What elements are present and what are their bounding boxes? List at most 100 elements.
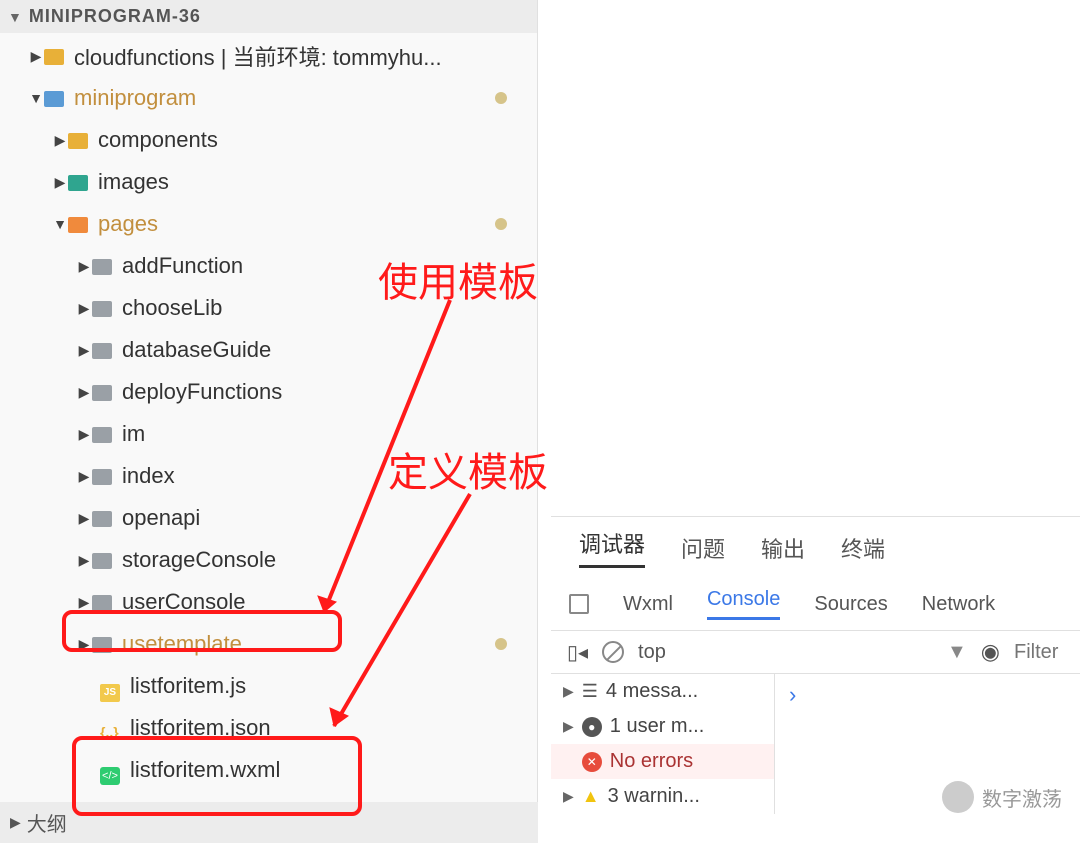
tree-label: cloudfunctions | 当前环境: tommyhu... xyxy=(74,40,442,72)
chevron-right-icon: ▶ xyxy=(28,48,44,65)
folder-icon xyxy=(68,175,88,191)
json-file-icon: {..} xyxy=(100,724,120,740)
chevron-right-icon: ▶ xyxy=(10,814,21,831)
context-selector[interactable]: top ▼ xyxy=(638,641,967,664)
js-file-icon: JS xyxy=(100,684,120,702)
tree-label: usetemplate xyxy=(122,631,242,657)
tree-label: listforitem.js xyxy=(130,673,246,699)
folder-icon xyxy=(68,217,88,233)
chevron-right-icon: ▶ xyxy=(76,258,92,275)
outline-section[interactable]: ▶ 大纲 xyxy=(0,802,538,843)
chevron-right-icon: ▶ xyxy=(76,468,92,485)
tree-label: databaseGuide xyxy=(122,337,271,363)
folder-icon xyxy=(92,427,112,443)
tree-label: miniprogram xyxy=(74,85,196,111)
tab-wxml[interactable]: Wxml xyxy=(623,593,673,616)
folder-icon xyxy=(92,259,112,275)
folder-icon xyxy=(92,637,112,653)
warning-icon: ▲ xyxy=(582,786,600,807)
wechat-icon xyxy=(942,781,974,813)
context-label: top xyxy=(638,641,666,664)
msg-row-warnings[interactable]: ▶▲3 warnin... xyxy=(551,779,774,814)
tree-label: chooseLib xyxy=(122,295,222,321)
tree-label: deployFunctions xyxy=(122,379,282,405)
tree-label: pages xyxy=(98,211,158,237)
tree-label: im xyxy=(122,421,145,447)
folder-icon xyxy=(44,91,64,107)
devtools-tabs: Wxml Console Sources Network xyxy=(551,578,1080,631)
folder-icon xyxy=(92,301,112,317)
clear-console-icon[interactable] xyxy=(602,641,624,663)
sidebar-toggle-icon[interactable]: ▯◂ xyxy=(567,640,588,665)
tree-label: openapi xyxy=(122,505,200,531)
console-sidebar: ▶☰4 messa... ▶●1 user m... ▶✕No errors ▶… xyxy=(551,674,775,814)
tab-problems[interactable]: 问题 xyxy=(681,532,725,564)
chevron-right-icon: ▶ xyxy=(76,636,92,653)
folder-icon xyxy=(44,49,64,65)
chevron-right-icon: ▶ xyxy=(52,174,68,191)
chevron-down-icon: ▼ xyxy=(8,9,23,25)
chevron-right-icon: ▶ xyxy=(76,300,92,317)
tree-item-listforitem-wxml[interactable]: </> listforitem.wxml xyxy=(0,749,537,791)
chevron-right-icon: ▶ xyxy=(76,426,92,443)
tree-label: listforitem.wxml xyxy=(130,757,280,783)
prompt-icon: › xyxy=(789,682,796,707)
msg-row-messages[interactable]: ▶☰4 messa... xyxy=(551,674,774,709)
chevron-down-icon: ▼ xyxy=(947,641,967,664)
folder-icon xyxy=(92,511,112,527)
msg-label: 1 user m... xyxy=(610,715,704,738)
tree-item-miniprogram[interactable]: ▼ miniprogram xyxy=(0,77,537,119)
chevron-down-icon: ▼ xyxy=(52,216,68,232)
tab-output[interactable]: 输出 xyxy=(761,532,805,564)
tab-terminal[interactable]: 终端 xyxy=(841,532,885,564)
msg-label: 4 messa... xyxy=(606,680,698,703)
tree-item-cloudfunctions[interactable]: ▶ cloudfunctions | 当前环境: tommyhu... xyxy=(0,35,537,77)
chevron-right-icon: ▶ xyxy=(76,552,92,569)
tree-item-pages[interactable]: ▼ pages xyxy=(0,203,537,245)
tab-network[interactable]: Network xyxy=(922,593,995,616)
inspect-icon[interactable] xyxy=(569,594,589,614)
filter-input[interactable] xyxy=(1014,641,1064,664)
folder-icon xyxy=(92,553,112,569)
chevron-right-icon: ▶ xyxy=(76,384,92,401)
chevron-right-icon: ▶ xyxy=(52,132,68,149)
console-input-area[interactable]: › xyxy=(775,674,810,814)
msg-row-user[interactable]: ▶●1 user m... xyxy=(551,709,774,744)
tree-label: components xyxy=(98,127,218,153)
tree-label: images xyxy=(98,169,169,195)
chevron-right-icon: ▶ xyxy=(76,594,92,611)
folder-icon xyxy=(92,385,112,401)
outline-label: 大纲 xyxy=(27,808,67,837)
chevron-right-icon: ▶ xyxy=(76,342,92,359)
tree-item-images[interactable]: ▶ images xyxy=(0,161,537,203)
user-icon: ● xyxy=(582,717,602,737)
watermark-label: 数字激荡 xyxy=(982,783,1062,812)
tree-label: addFunction xyxy=(122,253,243,279)
debugger-tabs: 调试器 问题 输出 终端 xyxy=(551,517,1080,578)
watermark: 数字激荡 xyxy=(942,781,1062,813)
tree-item-components[interactable]: ▶ components xyxy=(0,119,537,161)
folder-icon xyxy=(92,343,112,359)
arrow-to-files xyxy=(320,490,480,740)
folder-icon xyxy=(92,469,112,485)
chevron-down-icon: ▼ xyxy=(28,90,44,106)
tree-label: storageConsole xyxy=(122,547,276,573)
project-title: MINIPROGRAM-36 xyxy=(29,6,201,27)
tab-debugger[interactable]: 调试器 xyxy=(579,527,645,568)
chevron-right-icon: ▶ xyxy=(76,510,92,527)
tree-label: index xyxy=(122,463,175,489)
tree-label: listforitem.json xyxy=(130,715,271,741)
msg-row-errors[interactable]: ▶✕No errors xyxy=(551,744,774,779)
project-header[interactable]: ▼ MINIPROGRAM-36 xyxy=(0,0,537,33)
folder-icon xyxy=(92,595,112,611)
tab-console[interactable]: Console xyxy=(707,588,780,620)
eye-icon[interactable]: ◉ xyxy=(981,639,1000,665)
error-icon: ✕ xyxy=(582,752,602,772)
wxml-file-icon: </> xyxy=(100,767,120,785)
msg-label: 3 warnin... xyxy=(608,785,700,808)
tab-sources[interactable]: Sources xyxy=(814,593,887,616)
folder-icon xyxy=(68,133,88,149)
console-toolbar: ▯◂ top ▼ ◉ xyxy=(551,631,1080,674)
tree-label: userConsole xyxy=(122,589,246,615)
list-icon: ☰ xyxy=(582,681,598,702)
